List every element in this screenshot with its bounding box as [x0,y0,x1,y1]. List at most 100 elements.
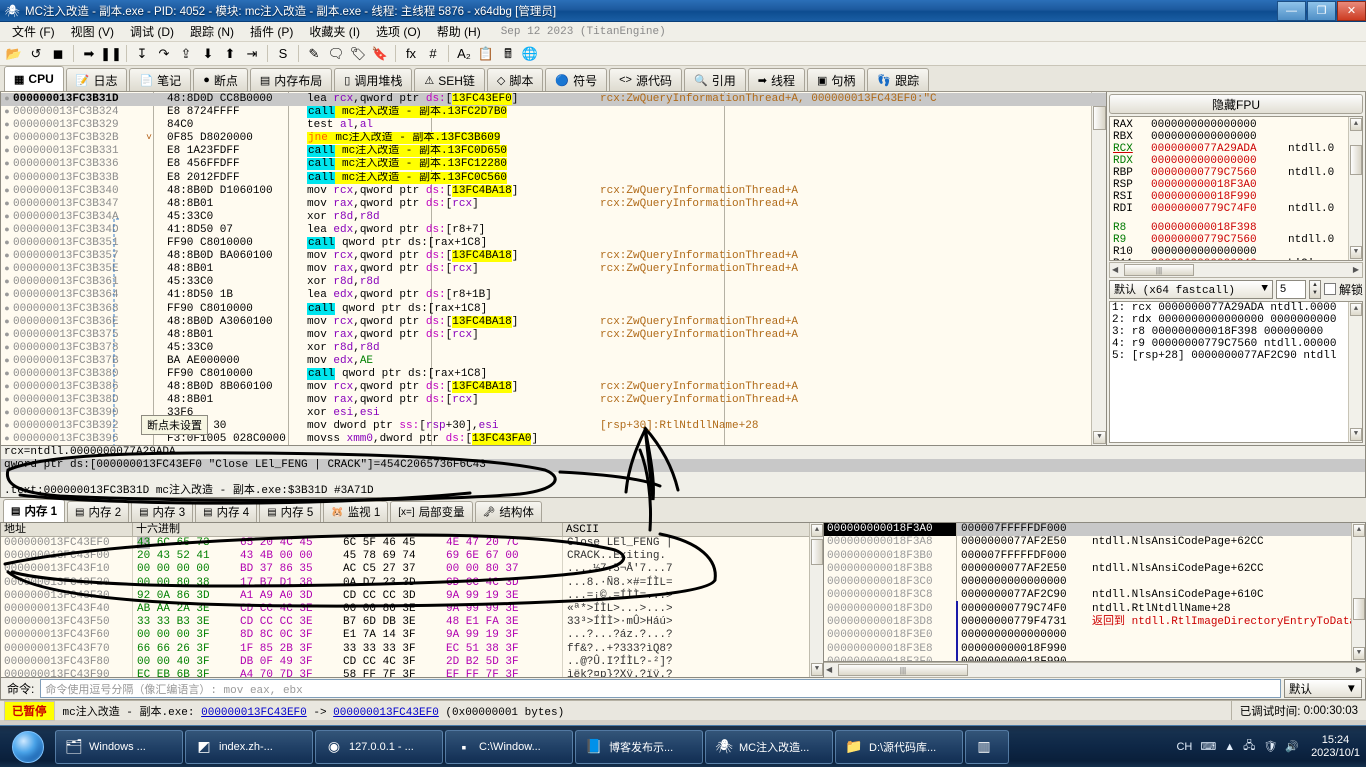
disasm-row[interactable]: ●000000013FC3B34748:8B01mov rax,qword pt… [1,198,1106,211]
stack-row[interactable]: 000000000018F3D000000000779C74F0ntdll.Rt… [824,603,1365,616]
disasm-row[interactable]: ●000000013FC3B34A45:33C0xor r8d,r8d [1,211,1106,224]
step-over-icon[interactable]: ↷ [154,44,174,64]
minimize-button[interactable]: — [1277,1,1306,21]
menu-item-plugins[interactable]: 插件 (P) [242,22,301,41]
tray-icon-2[interactable]: ▲ [1224,741,1235,753]
arguments-list[interactable]: 1: rcx 0000000077A29ADA ntdll.00002: rdx… [1109,301,1363,444]
stop-icon[interactable]: ◼ [48,44,68,64]
tray-icon-5[interactable]: 🔊 [1285,740,1299,753]
breakpoint-dot-icon[interactable]: ● [1,263,13,276]
tab-跟踪[interactable]: 👣跟踪 [867,68,929,91]
bookmark-icon[interactable]: 🔖 [370,44,390,64]
close-button[interactable]: ✕ [1337,1,1366,21]
disasm-row[interactable]: ●000000013FC3B32B˅0F85 D8020000jne mc注入改… [1,132,1106,145]
open-icon[interactable]: 📂 [4,44,24,64]
disasm-row[interactable]: ●000000013FC3B36E48:8B0D A3060100mov rcx… [1,316,1106,329]
breakpoint-dot-icon[interactable]: ● [1,381,13,394]
dump-row[interactable]: 000000013FC43F40AB AA 2A 3ECD CC 4C 3E00… [1,603,823,616]
calculator-icon[interactable]: 🖩 [498,44,518,64]
dump-tab-局部变量[interactable]: [x=]局部变量 [390,501,472,522]
stack-row[interactable]: 000000000018F3A0000007FFFFFDF000 [824,523,1365,536]
run-to-user-icon[interactable]: ⇥ [242,44,262,64]
tab-句柄[interactable]: ▣句柄 [807,68,865,91]
breakpoint-dot-icon[interactable]: ● [1,93,13,106]
tab-SEH链[interactable]: ⚠SEH链 [414,68,485,91]
disasm-row[interactable]: ●000000013FC3B37548:8B01mov rax,qword pt… [1,329,1106,342]
tab-线程[interactable]: ➡线程 [748,68,805,91]
tray-icon-0[interactable]: CH [1176,741,1192,753]
disasm-row[interactable]: ●000000013FC3B31D48:8D0D CC8B0000lea rcx… [1,93,1106,106]
argument-row[interactable]: 3: r8 000000000018F398 000000000 [1110,326,1362,338]
breakpoint-dot-icon[interactable]: ● [1,368,13,381]
register-scrollbar[interactable]: ▲ ▼ [1348,117,1362,260]
stack-scrollbar[interactable]: ▲ ▼ [1351,523,1365,661]
taskbar-item-6[interactable]: 📁D:\源代码库... [835,730,963,764]
disasm-row[interactable]: ●000000013FC3B368FF90 C8010000call qword… [1,303,1106,316]
font-icon[interactable]: A₂ [454,44,474,64]
notes-icon[interactable]: 📋 [476,44,496,64]
breakpoint-dot-icon[interactable]: ● [1,106,13,119]
function-icon[interactable]: fx [401,44,421,64]
args-scroll-down-icon[interactable]: ▼ [1350,428,1362,441]
args-scroll-up-icon[interactable]: ▲ [1350,303,1362,316]
dump-row[interactable]: 000000013FC43F0020 43 52 4143 4B 00 0045… [1,550,823,563]
tab-笔记[interactable]: 📄笔记 [129,68,191,91]
arg-count-stepper[interactable]: ▲▼ [1309,280,1321,299]
breakpoint-dot-icon[interactable]: ● [1,198,13,211]
argument-row[interactable]: 1: rcx 0000000077A29ADA ntdll.0000 [1110,302,1362,314]
stack-row[interactable]: 000000000018F3D800000000779F4731返回到 ntdl… [824,616,1365,629]
breakpoint-dot-icon[interactable]: ● [1,316,13,329]
stack-row[interactable]: 000000000018F3C80000000077AF2C90ntdll.Nl… [824,589,1365,602]
dump-tab-结构体[interactable]: 🗝结构体 [475,501,542,522]
taskbar-item-7[interactable]: ▥ [965,730,1009,764]
label-icon[interactable]: 🏷 [348,44,368,64]
dump-row[interactable]: 000000013FC43F6000 00 00 3F8D 8C 0C 3FE1… [1,629,823,642]
stack-row[interactable]: 000000000018F3C00000000000000000 [824,576,1365,589]
stack-row[interactable]: 000000000018F3E8000000000018F990 [824,643,1365,656]
breakpoint-dot-icon[interactable]: ● [1,145,13,158]
dump-header-address[interactable]: 地址 [1,523,133,536]
menu-item-file[interactable]: 文件 (F) [4,22,63,41]
breakpoint-dot-icon[interactable]: ● [1,420,13,433]
breakpoint-dot-icon[interactable]: ● [1,224,13,237]
tab-符号[interactable]: 🔵符号 [545,68,607,91]
tab-源代码[interactable]: <>源代码 [609,68,682,91]
taskbar-clock[interactable]: 15:24 2023/10/1 [1305,734,1366,760]
step-out-icon[interactable]: ⇪ [176,44,196,64]
dump-tab-内存 5[interactable]: ▤内存 5 [259,501,321,522]
breakpoint-dot-icon[interactable]: ● [1,185,13,198]
disasm-row[interactable]: ●000000013FC3B38648:8B0D 8B060100mov rcx… [1,381,1106,394]
register-list[interactable]: RAX0000000000000000RBX0000000000000000RC… [1109,116,1363,261]
disasm-row[interactable]: ●000000013FC3B36145:33C0xor r8d,r8d [1,276,1106,289]
breakpoint-dot-icon[interactable]: ● [1,407,13,420]
menu-item-trace[interactable]: 跟踪 (N) [182,22,242,41]
register-row[interactable]: RDX0000000000000000 [1113,155,1362,167]
dump-scroll-thumb[interactable] [811,539,823,565]
breakpoint-dot-icon[interactable]: ● [1,211,13,224]
taskbar-item-2[interactable]: ◉127.0.0.1 - ... [315,730,443,764]
dump-row[interactable]: 000000013FC43F3092 0A 86 3DA1 A9 A0 3DCD… [1,590,823,603]
disasm-row[interactable]: ●000000013FC3B33BE8 2012FDFFcall mc注入改造 … [1,172,1106,185]
disasm-row[interactable]: ●000000013FC3B35748:8B0D BA060100mov rcx… [1,250,1106,263]
register-row[interactable]: R900000000779C7560ntdll.0 [1113,234,1362,246]
reg-scroll-up-icon[interactable]: ▲ [1350,118,1362,131]
hide-fpu-button[interactable]: 隐藏FPU [1109,94,1363,114]
stack-hscrollbar[interactable]: ◀ ||| ▶ [824,662,1366,678]
dump-scroll-up-icon[interactable]: ▲ [811,524,823,537]
restart-icon[interactable]: ↺ [26,44,46,64]
disasm-row[interactable]: ●000000013FC3B34048:8B0D D1060100mov rcx… [1,185,1106,198]
step-into-icon[interactable]: ↧ [132,44,152,64]
breakpoint-dot-icon[interactable]: ● [1,329,13,342]
register-row[interactable]: R8000000000018F398 [1113,222,1362,234]
argument-row[interactable]: 5: [rsp+28] 0000000077AF2C90 ntdll [1110,350,1362,362]
taskbar-item-3[interactable]: ▪C:\Window... [445,730,573,764]
dump-body[interactable]: 地址 十六进制 ASCII 000000013FC43EF043 6C 65 7… [0,522,824,678]
tab-引用[interactable]: 🔍引用 [684,68,746,91]
reg-hscroll-left-icon[interactable]: ◀ [1112,265,1118,274]
breakpoint-dot-icon[interactable]: ● [1,355,13,368]
pause-icon[interactable]: ❚❚ [101,44,121,64]
register-row[interactable]: RDI00000000779C74F0ntdll.0 [1113,203,1362,215]
register-row[interactable]: RBP00000000779C7560ntdll.0 [1113,167,1362,179]
calling-convention-select[interactable]: 默认 (x64 fastcall) ▼ [1109,280,1273,299]
disassembly-pane[interactable]: ●000000013FC3B31D48:8D0D CC8B0000lea rcx… [0,92,1107,446]
